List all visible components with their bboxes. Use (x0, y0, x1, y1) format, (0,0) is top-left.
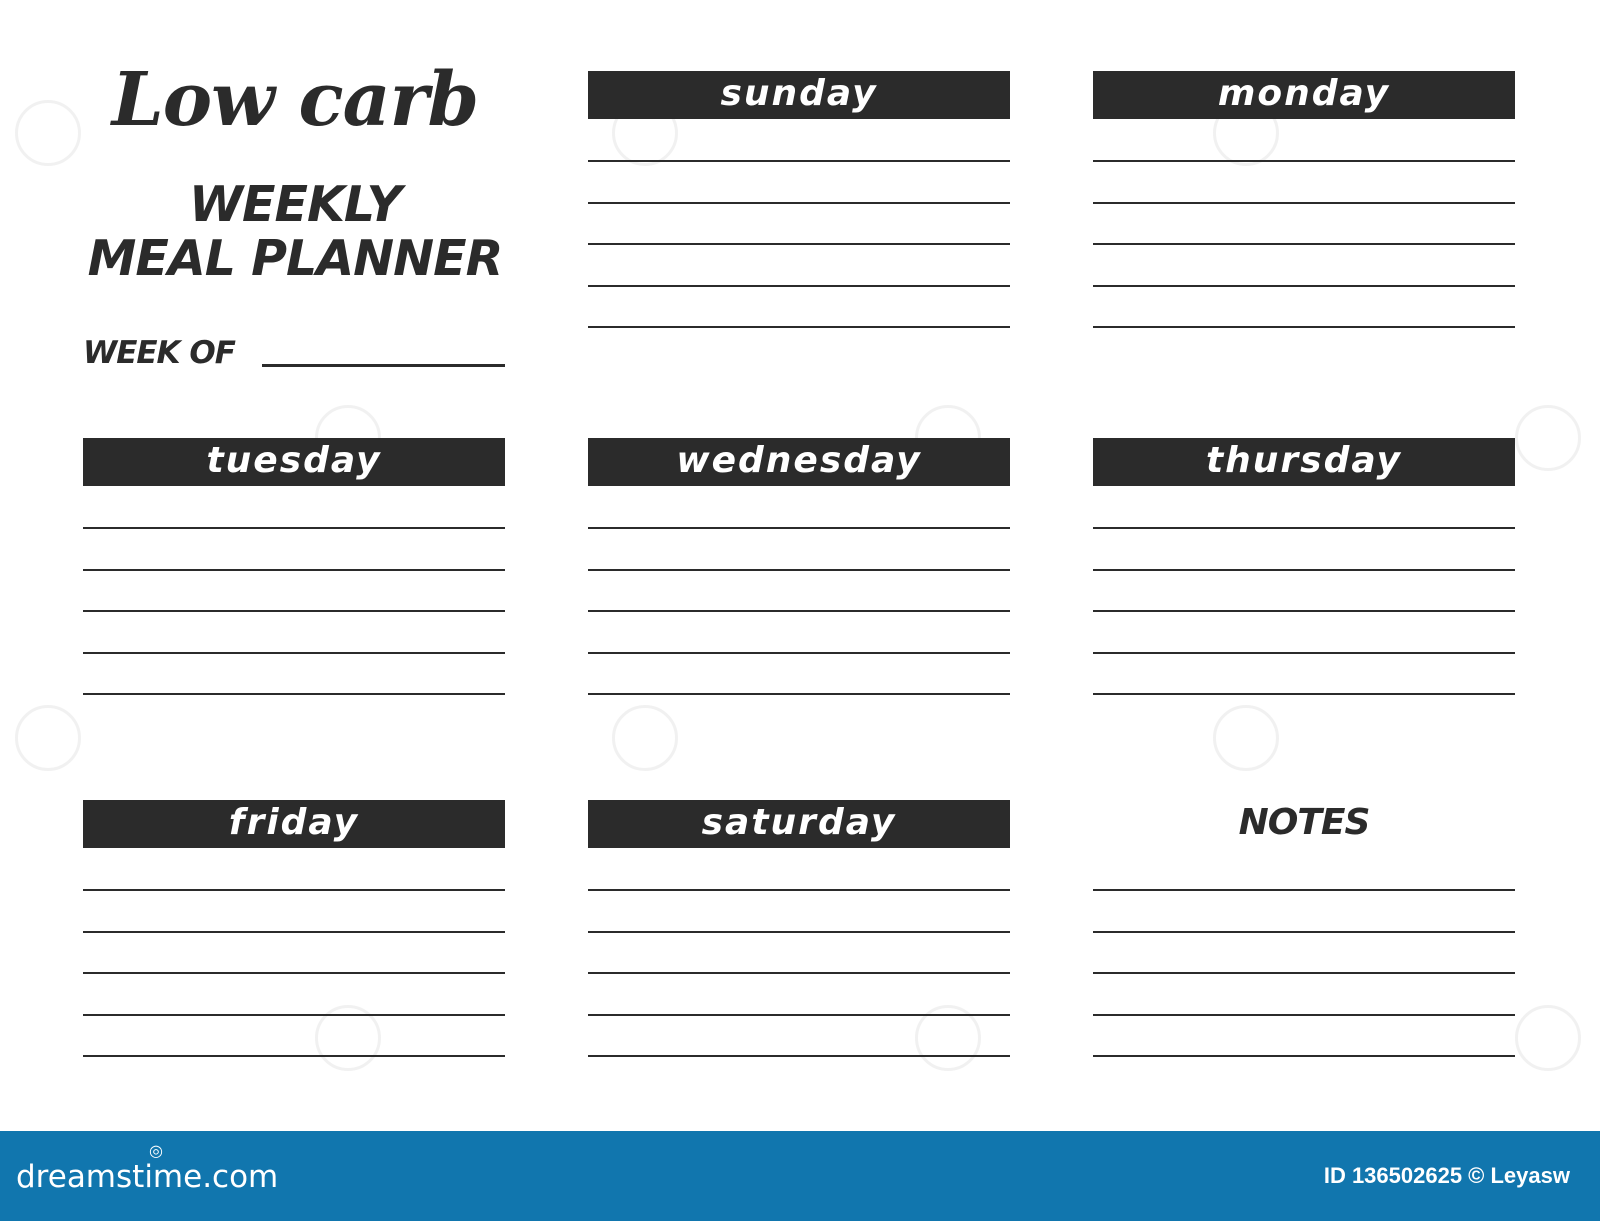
write-line[interactable] (588, 568, 1010, 571)
watermark-spiral-icon (15, 705, 81, 771)
write-line[interactable] (83, 693, 505, 695)
title-weekly: WEEKLY (188, 176, 402, 233)
write-line[interactable] (1093, 693, 1515, 695)
write-line[interactable] (1093, 651, 1515, 654)
write-line[interactable] (83, 889, 505, 891)
brand-name: dreamstime.com (16, 1159, 279, 1195)
watermark-spiral-icon (15, 100, 81, 166)
write-line[interactable] (1093, 610, 1515, 612)
watermark-spiral-icon (1515, 1005, 1581, 1071)
write-line[interactable] (1093, 527, 1515, 529)
write-line[interactable] (1093, 201, 1515, 204)
day-header-monday: monday (1093, 71, 1515, 119)
write-line[interactable] (1093, 284, 1515, 287)
write-line[interactable] (588, 972, 1010, 974)
day-header-sunday: sunday (588, 71, 1010, 119)
write-line[interactable] (588, 651, 1010, 654)
write-line[interactable] (588, 693, 1010, 695)
write-line[interactable] (588, 284, 1010, 287)
day-header-tuesday: tuesday (83, 438, 505, 486)
write-line[interactable] (588, 930, 1010, 933)
write-line[interactable] (588, 1013, 1010, 1016)
write-line[interactable] (83, 1055, 505, 1057)
write-line[interactable] (1093, 1055, 1515, 1057)
day-header-thursday: thursday (1093, 438, 1515, 486)
write-line[interactable] (588, 889, 1010, 891)
write-line[interactable] (83, 1013, 505, 1016)
image-id-credit: ID 136502625 © Leyasw (1323, 1163, 1570, 1188)
write-line[interactable] (83, 930, 505, 933)
write-line[interactable] (1093, 568, 1515, 571)
write-line[interactable] (1093, 243, 1515, 245)
write-line[interactable] (1093, 972, 1515, 974)
script-title: Low carb (111, 57, 480, 143)
write-line[interactable] (588, 527, 1010, 529)
write-line[interactable] (1093, 160, 1515, 162)
footer-bar: ◎ dreamstime.com ID 136502625 © Leyasw (0, 1131, 1600, 1221)
write-line[interactable] (83, 568, 505, 571)
day-header-friday: friday (83, 800, 505, 848)
week-of-field[interactable] (262, 364, 505, 367)
watermark-spiral-icon (1213, 705, 1279, 771)
week-of-label: WEEK OF (83, 335, 236, 371)
write-line[interactable] (83, 972, 505, 974)
write-line[interactable] (1093, 889, 1515, 891)
watermark-spiral-icon (612, 705, 678, 771)
write-line[interactable] (588, 160, 1010, 162)
brand-logo[interactable]: ◎ dreamstime.com (16, 1143, 279, 1197)
write-line[interactable] (1093, 326, 1515, 328)
write-line[interactable] (83, 527, 505, 529)
write-line[interactable] (1093, 1013, 1515, 1016)
write-line[interactable] (588, 1055, 1010, 1057)
day-header-saturday: saturday (588, 800, 1010, 848)
spiral-icon: ◎ (149, 1141, 163, 1160)
write-line[interactable] (588, 243, 1010, 245)
write-line[interactable] (588, 610, 1010, 612)
notes-title: NOTES (1238, 802, 1371, 843)
write-line[interactable] (83, 651, 505, 654)
day-header-wednesday: wednesday (588, 438, 1010, 486)
write-line[interactable] (83, 610, 505, 612)
write-line[interactable] (588, 326, 1010, 328)
title-meal-planner: MEAL PLANNER (87, 230, 504, 287)
watermark-spiral-icon (1515, 405, 1581, 471)
write-line[interactable] (588, 201, 1010, 204)
write-line[interactable] (1093, 930, 1515, 933)
